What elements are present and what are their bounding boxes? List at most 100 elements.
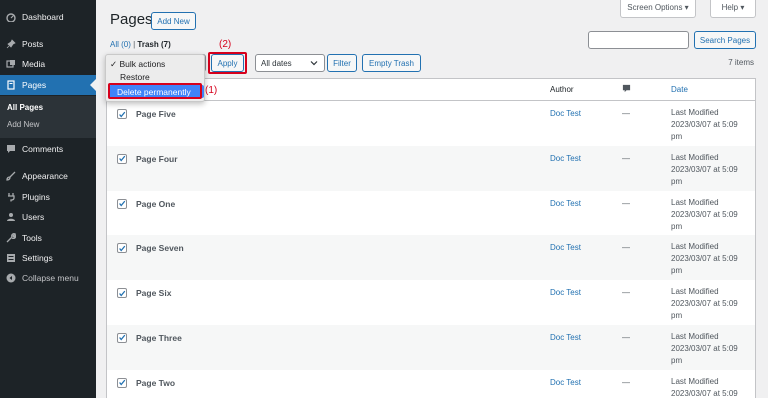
settings-icon	[0, 253, 22, 263]
sidebar-item-label: Tools	[22, 233, 42, 243]
status-filter-links: All (0) | Trash (7)	[110, 40, 171, 49]
date-cell: Last Modified 2023/03/07 at 5:09 pm	[671, 197, 755, 233]
author-link[interactable]: Doc Test	[550, 199, 581, 208]
submenu-item-all-pages[interactable]: All Pages	[7, 103, 43, 112]
page-title-link[interactable]: Page Seven	[136, 243, 184, 253]
date-filter-value: All dates	[261, 58, 292, 68]
row-checkbox[interactable]	[117, 153, 127, 164]
date-value: 2023/03/07 at 5:09	[671, 254, 738, 264]
page-title-link[interactable]: Page Six	[136, 288, 171, 298]
dropdown-option-bulk-actions[interactable]: ✓ Bulk actions	[110, 59, 165, 70]
sidebar-item-appearance[interactable]: Appearance	[0, 166, 96, 186]
page-title-link[interactable]: Page One	[136, 199, 175, 209]
date-ampm: pm	[671, 132, 683, 141]
pages-submenu: All Pages Add New	[0, 96, 96, 138]
comment-count: —	[622, 243, 630, 253]
author-link[interactable]: Doc Test	[550, 243, 581, 252]
pages-icon	[0, 80, 22, 90]
sidebar-item-plugins[interactable]: Plugins	[0, 187, 96, 207]
row-checkbox[interactable]	[117, 109, 127, 119]
date-filter-select[interactable]: All dates	[255, 54, 325, 72]
items-count: 7 items	[728, 58, 754, 67]
table-row: Page Two Doc Test — Last Modified 2023/03…	[107, 370, 755, 398]
table-row: Page Three Doc Test — Last Modified 2023/…	[107, 324, 755, 370]
author-link[interactable]: Doc Test	[550, 154, 581, 163]
sidebar-item-label: Dashboard	[22, 12, 64, 22]
pages-table: Author Date Page Five Doc Test — Last Mo…	[106, 78, 756, 398]
page-title-link[interactable]: Page Four	[136, 154, 178, 164]
author-link[interactable]: Doc Test	[550, 378, 581, 387]
date-status: Last Modified	[671, 197, 719, 207]
sidebar-item-users[interactable]: Users	[0, 207, 96, 227]
add-new-button[interactable]: Add New	[151, 12, 196, 30]
row-checkbox[interactable]	[117, 198, 127, 209]
date-status: Last Modified	[671, 287, 719, 297]
row-checkbox[interactable]	[117, 243, 127, 254]
wrench-icon	[0, 233, 22, 243]
help-button[interactable]: Help ▾	[710, 0, 756, 18]
admin-sidebar: Dashboard Posts Media Pages All Pages Ad…	[0, 0, 96, 398]
sidebar-item-label: Collapse menu	[22, 273, 79, 283]
author-column-header: Author	[550, 85, 574, 94]
sidebar-item-dashboard[interactable]: Dashboard	[0, 7, 96, 27]
screen-options-button[interactable]: Screen Options ▾	[620, 0, 696, 18]
sidebar-item-settings[interactable]: Settings	[0, 248, 96, 268]
date-ampm: pm	[671, 266, 683, 276]
annotation-step-1-label: (1)	[205, 85, 218, 96]
comment-count: —	[622, 109, 630, 118]
date-value: 2023/03/07 at 5:09	[671, 343, 738, 353]
sidebar-item-comments[interactable]: Comments	[0, 139, 96, 159]
sidebar-item-pages[interactable]: Pages	[0, 75, 96, 95]
date-value: 2023/03/07 at 5:09	[671, 120, 738, 129]
comment-count: —	[622, 198, 630, 208]
comment-count: —	[622, 153, 630, 163]
annotation-step-2-label: (2)	[219, 39, 232, 50]
row-checkbox[interactable]	[117, 288, 127, 299]
search-input[interactable]	[588, 31, 689, 49]
row-checkbox[interactable]	[117, 377, 127, 388]
table-row: Page Six Doc Test — Last Modified 2023/03…	[107, 280, 755, 325]
table-row: Page Four Doc Test — Last Modified 2023/0…	[107, 145, 755, 191]
collapse-icon	[0, 273, 22, 283]
annotation-step-2-box	[208, 52, 247, 74]
author-link[interactable]: Doc Test	[550, 109, 581, 118]
date-cell: Last Modified 2023/03/07 at 5:09 pm	[671, 107, 755, 143]
comment-bubble-icon[interactable]	[622, 84, 631, 95]
sidebar-item-posts[interactable]: Posts	[0, 34, 96, 54]
date-cell: Last Modified 2023/03/07 at 5:09 pm	[671, 286, 755, 322]
dashboard-icon	[0, 12, 22, 22]
date-cell: Last Modified 2023/03/07 at 5:09 pm	[671, 331, 755, 367]
table-body: Page Five Doc Test — Last Modified 2023/0…	[107, 101, 755, 398]
date-status: Last Modified	[671, 152, 719, 162]
sidebar-item-label: Plugins	[22, 192, 50, 202]
filter-button[interactable]: Filter	[327, 54, 357, 72]
page-title-link[interactable]: Page Three	[136, 333, 182, 343]
dropdown-option-restore[interactable]: Restore	[120, 72, 150, 82]
sidebar-item-tools[interactable]: Tools	[0, 228, 96, 248]
search-pages-button[interactable]: Search Pages	[694, 31, 756, 49]
filter-trash-link[interactable]: Trash (7)	[137, 40, 170, 49]
sidebar-item-label: Comments	[22, 144, 64, 154]
date-ampm: pm	[671, 355, 683, 365]
comment-count: —	[622, 332, 630, 342]
date-cell: Last Modified 2023/03/07 at 5:09 pm	[671, 152, 755, 188]
submenu-item-add-new[interactable]: Add New	[7, 120, 39, 129]
sidebar-item-label: Pages	[22, 80, 47, 90]
filter-all-link[interactable]: All (0)	[110, 40, 131, 49]
sidebar-item-media[interactable]: Media	[0, 54, 96, 74]
page-title-link[interactable]: Page Five	[136, 109, 176, 119]
author-link[interactable]: Doc Test	[550, 333, 581, 342]
table-row: Page One Doc Test — Last Modified 2023/03…	[107, 191, 755, 236]
table-row: Page Five Doc Test — Last Modified 2023/0…	[107, 101, 755, 146]
author-link[interactable]: Doc Test	[550, 288, 581, 297]
row-checkbox[interactable]	[117, 332, 127, 343]
date-ampm: pm	[671, 311, 683, 321]
empty-trash-button[interactable]: Empty Trash	[362, 54, 421, 72]
sidebar-item-label: Settings	[22, 253, 53, 263]
date-status: Last Modified	[671, 331, 719, 341]
page-title-link[interactable]: Page Two	[136, 378, 175, 388]
collapse-menu-button[interactable]: Collapse menu	[0, 268, 96, 288]
sidebar-item-label: Media	[22, 59, 46, 69]
date-column-header[interactable]: Date	[671, 85, 688, 94]
date-cell: Last Modified 2023/03/07 at 5:09 pm	[671, 241, 755, 277]
